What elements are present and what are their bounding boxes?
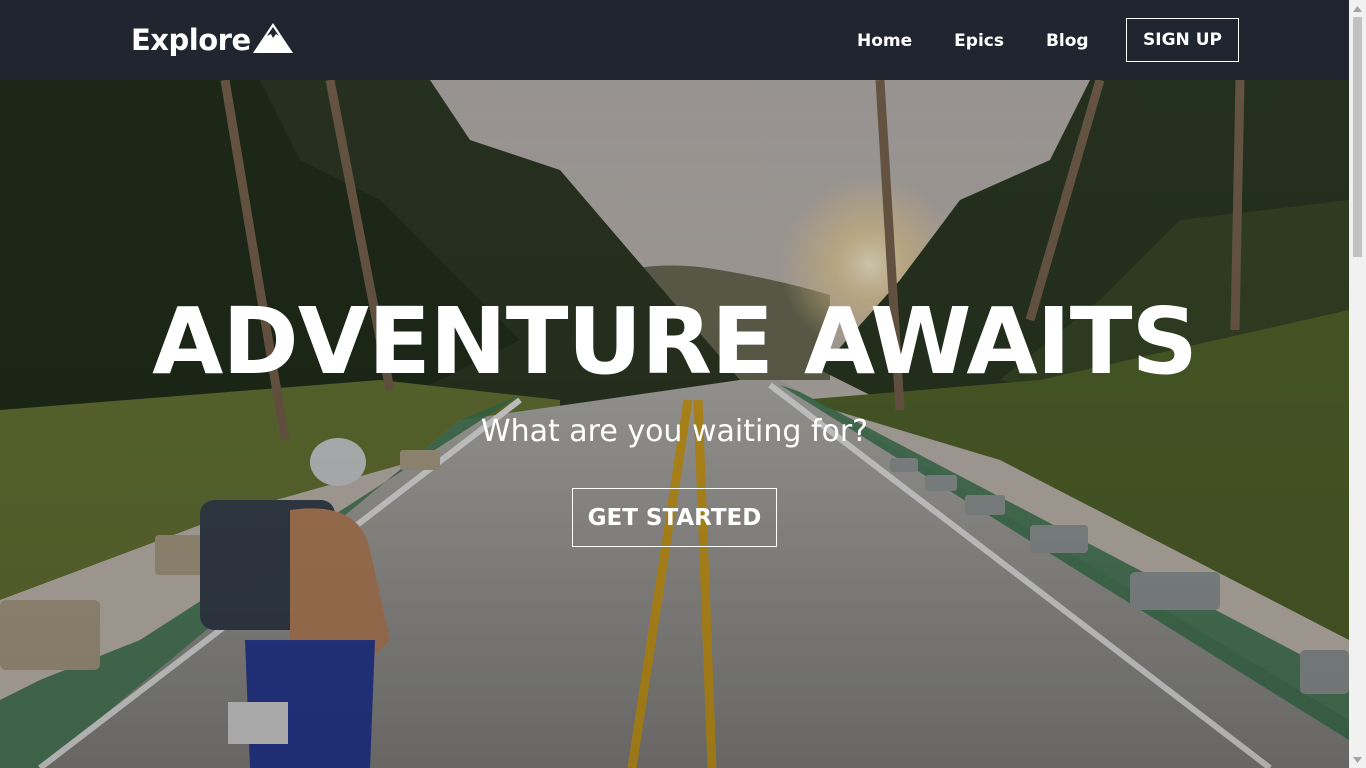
nav-link-home[interactable]: Home	[857, 28, 912, 54]
hero-subtitle: What are you waiting for?	[480, 414, 869, 449]
hero-title: ADVENTURE AWAITS	[152, 288, 1198, 395]
nav-link-epics[interactable]: Epics	[954, 28, 1004, 54]
top-navbar: Explore Home Epics Blog SIGN UP	[0, 0, 1349, 80]
scroll-up-arrow-icon[interactable]	[1349, 0, 1366, 17]
mountain-icon	[252, 23, 293, 53]
page-scrollbar[interactable]	[1349, 0, 1366, 768]
get-started-button[interactable]: GET STARTED	[572, 488, 777, 547]
scrollbar-thumb[interactable]	[1353, 17, 1362, 257]
nav-links: Home Epics Blog	[857, 28, 1131, 54]
nav-link-blog[interactable]: Blog	[1046, 28, 1089, 54]
brand-name: Explore	[131, 23, 251, 57]
signup-button[interactable]: SIGN UP	[1126, 18, 1239, 62]
scroll-down-arrow-icon[interactable]	[1349, 751, 1366, 768]
hero-section: ADVENTURE AWAITS What are you waiting fo…	[0, 80, 1349, 768]
brand-logo[interactable]: Explore	[131, 20, 294, 60]
